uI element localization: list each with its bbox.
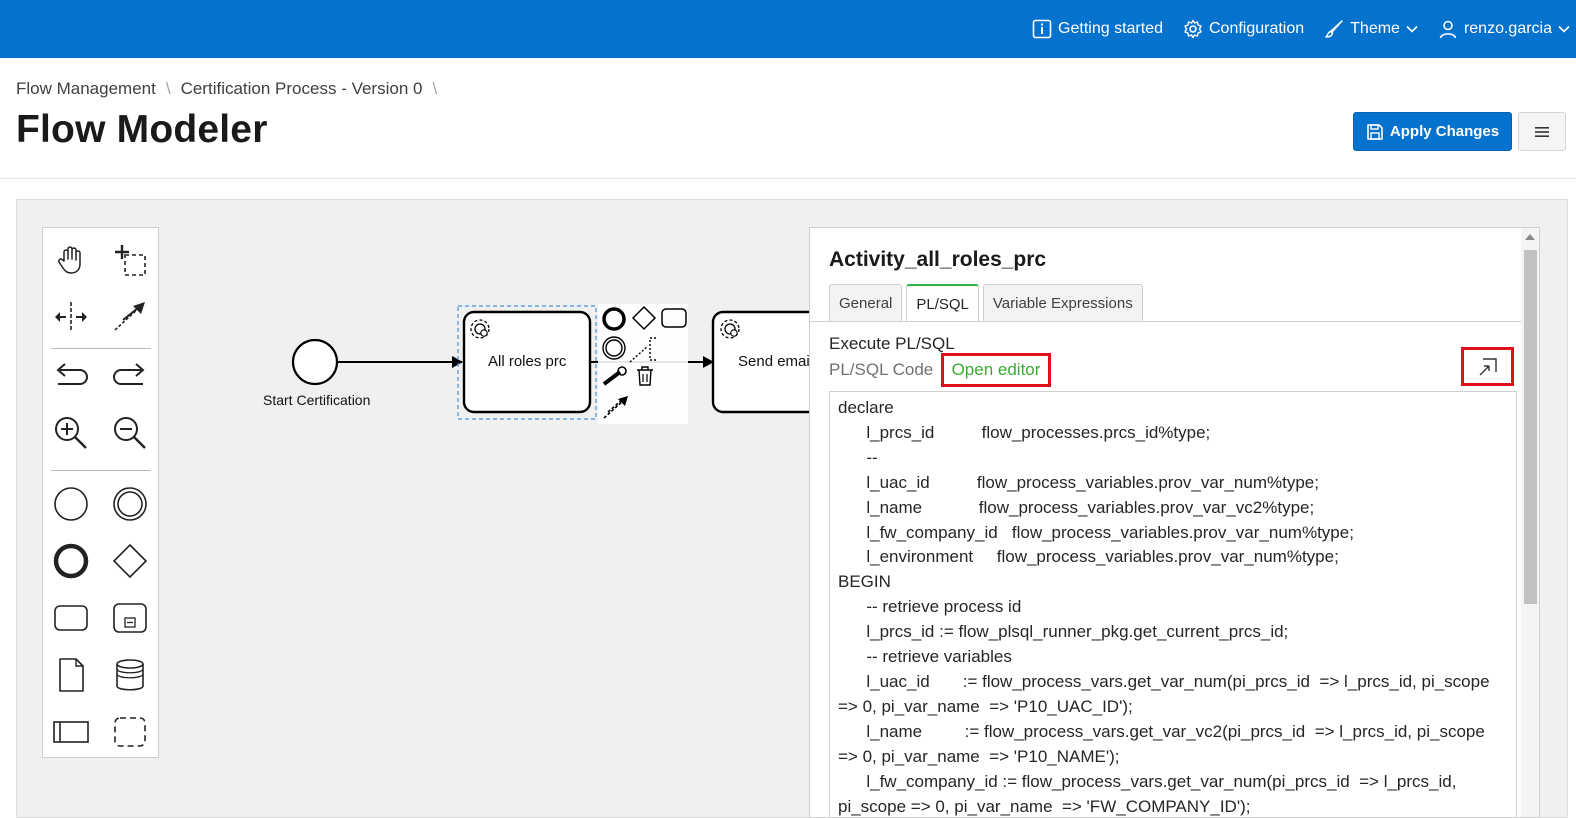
task-send-email-label: Send emai <box>738 353 810 370</box>
undo-icon[interactable] <box>49 355 93 399</box>
gear-icon <box>1184 19 1202 39</box>
start-event[interactable] <box>291 338 339 386</box>
data-store-icon[interactable] <box>108 653 152 697</box>
getting-started-label: Getting started <box>1058 20 1163 37</box>
context-pad <box>598 304 688 424</box>
theme-label: Theme <box>1350 20 1400 37</box>
tab-general[interactable]: General <box>829 284 903 322</box>
breadcrumb-separator: \ <box>165 79 171 98</box>
theme-menu[interactable]: Theme <box>1324 19 1418 39</box>
breadcrumb-item-flow-management[interactable]: Flow Management <box>16 79 156 99</box>
group-icon[interactable] <box>108 710 152 754</box>
tabs-divider <box>810 321 1521 322</box>
brush-icon <box>1325 20 1343 38</box>
apply-changes-button[interactable]: Apply Changes <box>1353 112 1512 151</box>
expand-icon <box>1479 357 1497 375</box>
code-line: l_fw_company_id := flow_process_vars.get… <box>838 771 1462 816</box>
redo-icon[interactable] <box>108 355 152 399</box>
code-line: -- retrieve variables <box>838 647 1012 667</box>
code-line: l_prcs_id := flow_plsql_runner_pkg.get_c… <box>838 622 1289 642</box>
configuration-link[interactable]: Configuration <box>1183 19 1304 39</box>
hamburger-icon <box>1535 126 1549 137</box>
top-bar: Getting started Configuration Theme renz… <box>0 0 1576 58</box>
code-line: l_fw_company_id flow_process_variables.p… <box>838 522 1354 542</box>
breadcrumb: Flow Management \ Certification Process … <box>16 79 437 99</box>
plsql-code-editor[interactable]: declare l_prcs_id flow_processes.prcs_id… <box>829 391 1517 817</box>
tab-plsql[interactable]: PL/SQL <box>906 284 979 322</box>
panel-tabs: General PL/SQL Variable Expressions <box>829 284 1143 322</box>
code-line: l_name := flow_process_vars.get_var_vc2(… <box>838 721 1490 766</box>
chevron-down-icon <box>1406 25 1418 33</box>
save-icon <box>1367 123 1383 140</box>
code-line: l_uac_id flow_process_variables.prov_var… <box>838 472 1319 492</box>
code-line: BEGIN <box>838 572 891 592</box>
end-event-icon[interactable] <box>49 539 93 583</box>
lasso-tool-icon[interactable] <box>108 238 152 282</box>
apply-changes-label: Apply Changes <box>1389 123 1500 140</box>
configuration-label: Configuration <box>1208 20 1305 37</box>
palette-separator <box>51 348 151 349</box>
global-connect-tool-icon[interactable] <box>108 295 152 339</box>
data-object-icon[interactable] <box>49 653 93 697</box>
zoom-out-icon[interactable] <box>108 411 152 455</box>
code-line: -- retrieve process id <box>838 597 1022 617</box>
space-tool-icon[interactable] <box>49 295 93 339</box>
chevron-down-icon <box>1558 25 1570 33</box>
tab-variable-expressions[interactable]: Variable Expressions <box>982 284 1143 322</box>
task-all-roles-prc-label: All roles prc <box>488 353 567 370</box>
header-divider <box>0 178 1576 179</box>
code-line: l_prcs_id flow_processes.prcs_id%type; <box>838 422 1211 442</box>
top-nav: Getting started Configuration Theme renz… <box>1032 0 1570 58</box>
start-event-icon[interactable] <box>49 482 93 526</box>
breadcrumb-item-certification-process[interactable]: Certification Process - Version 0 <box>181 79 423 99</box>
panel-title: Activity_all_roles_prc <box>829 248 1047 271</box>
user-label: renzo.garcia <box>1463 20 1552 37</box>
pool-icon[interactable] <box>49 710 93 754</box>
zoom-in-icon[interactable] <box>49 411 93 455</box>
code-line: declare <box>838 398 894 417</box>
panel-scrollbar[interactable] <box>1521 228 1539 817</box>
user-menu[interactable]: renzo.garcia <box>1438 19 1570 39</box>
bpmn-diagram <box>291 304 810 424</box>
expand-editor-button[interactable] <box>1461 347 1514 386</box>
intermediate-event-icon[interactable] <box>108 482 152 526</box>
scroll-up-arrow-icon[interactable] <box>1525 234 1535 240</box>
properties-panel: Activity_all_roles_prc General PL/SQL Va… <box>809 227 1540 818</box>
info-icon <box>1032 19 1052 39</box>
scroll-thumb[interactable] <box>1524 250 1537 604</box>
code-line: l_environment flow_process_variables.pro… <box>838 547 1339 567</box>
palette-separator <box>51 470 151 471</box>
task-icon[interactable] <box>49 596 93 640</box>
code-line: l_uac_id := flow_process_vars.get_var_nu… <box>838 671 1495 716</box>
section-label: Execute PL/SQL <box>829 334 955 353</box>
code-line: -- <box>838 447 878 467</box>
gateway-icon[interactable] <box>108 539 152 583</box>
getting-started-link[interactable]: Getting started <box>1032 19 1163 39</box>
tool-palette <box>42 227 159 758</box>
open-editor-link[interactable]: Open editor <box>941 353 1051 387</box>
user-icon <box>1439 20 1457 39</box>
plsql-code-label: PL/SQL Code <box>829 360 934 379</box>
page-title: Flow Modeler <box>16 108 268 151</box>
actions-menu-button[interactable] <box>1518 112 1566 151</box>
hand-tool-icon[interactable] <box>49 238 93 282</box>
breadcrumb-separator: \ <box>432 79 438 98</box>
code-line: l_name flow_process_variables.prov_var_v… <box>838 497 1315 517</box>
subprocess-icon[interactable] <box>108 596 152 640</box>
start-event-label: Start Certification <box>263 392 371 408</box>
